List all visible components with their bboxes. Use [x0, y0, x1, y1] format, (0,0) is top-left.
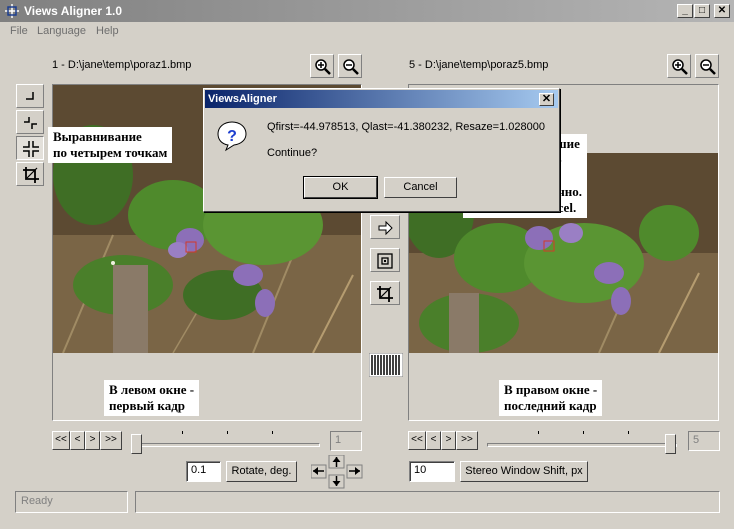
- crop-button[interactable]: [370, 281, 400, 305]
- stereo-window-shift-button[interactable]: Stereo Window Shift, px: [460, 461, 588, 482]
- fit-frame-icon: [377, 253, 393, 269]
- dialog-message: Qfirst=-44.978513, Qlast=-41.380232, Res…: [267, 121, 545, 133]
- fit-frame-button[interactable]: [370, 248, 400, 272]
- question-icon: ?: [217, 121, 247, 152]
- left-zoom-in-button[interactable]: [310, 54, 334, 78]
- status-progress: [135, 491, 720, 513]
- stereo-pattern-icon[interactable]: [369, 353, 403, 377]
- right-frame-slider-track[interactable]: [487, 443, 677, 447]
- window-shift-input[interactable]: 10: [409, 461, 455, 482]
- arrow-left-icon[interactable]: [310, 464, 327, 479]
- right-first-button[interactable]: <<: [408, 431, 426, 450]
- note-line: В правом окне -: [504, 382, 598, 397]
- right-next-button[interactable]: >: [441, 431, 456, 450]
- slider-tick: [227, 431, 228, 434]
- dialog-question: Continue?: [267, 147, 318, 159]
- menu-help[interactable]: Help: [96, 25, 119, 37]
- one-point-align-button[interactable]: [16, 84, 44, 108]
- left-frame-number-field[interactable]: 1: [330, 431, 362, 451]
- cancel-button[interactable]: Cancel: [384, 177, 457, 198]
- four-point-note: Выравнивание по четырем точкам: [48, 127, 173, 163]
- title-bar: Views Aligner 1.0 _ □ ✕: [0, 0, 734, 22]
- corner-icon: [26, 92, 34, 100]
- crop-icon: [23, 167, 39, 183]
- left-first-button[interactable]: <<: [52, 431, 70, 450]
- arrow-down-icon[interactable]: [328, 474, 345, 489]
- note-line: по четырем точкам: [53, 145, 168, 160]
- left-frame-slider-track[interactable]: [134, 443, 320, 447]
- right-zoom-out-button[interactable]: [695, 54, 719, 78]
- two-corners-icon: [24, 117, 37, 129]
- right-path-label: 5 - D:\jane\temp\poraz5.bmp: [409, 59, 549, 71]
- minimize-button[interactable]: _: [677, 4, 693, 18]
- next-arrow-button[interactable]: [370, 215, 400, 239]
- zoom-in-icon: [315, 59, 331, 75]
- arrow-up-icon[interactable]: [328, 454, 345, 469]
- right-frame-slider-thumb[interactable]: [665, 434, 676, 454]
- zoom-out-icon: [343, 59, 359, 75]
- direction-pad[interactable]: [310, 454, 363, 489]
- menu-file[interactable]: File: [10, 25, 28, 37]
- zoom-out-icon: [700, 59, 716, 75]
- left-view-note: В левом окне - первый кадр: [104, 380, 200, 416]
- right-frame-number-field[interactable]: 5: [688, 431, 720, 451]
- dialog-title: ViewsAligner: [208, 93, 277, 105]
- confirm-dialog[interactable]: ViewsAligner ✕ ? Qfirst=-44.978513, Qlas…: [203, 88, 560, 212]
- rotate-button[interactable]: Rotate, deg.: [226, 461, 297, 482]
- app-icon: [5, 4, 19, 18]
- note-line: В левом окне -: [109, 382, 195, 397]
- window-title: Views Aligner 1.0: [24, 4, 123, 18]
- status-text: Ready: [15, 491, 128, 513]
- right-view-note: В правом окне - последний кадр: [499, 380, 603, 416]
- arrow-right-icon[interactable]: [346, 464, 363, 479]
- left-next-button[interactable]: >: [85, 431, 100, 450]
- four-point-align-button[interactable]: [16, 136, 44, 160]
- maximize-button[interactable]: □: [694, 4, 710, 18]
- note-line: Выравнивание: [53, 129, 142, 144]
- arrow-right-icon: [378, 220, 393, 236]
- zoom-in-icon: [672, 59, 688, 75]
- note-line: первый кадр: [109, 398, 186, 413]
- menu-language[interactable]: Language: [37, 25, 86, 37]
- svg-text:?: ?: [227, 128, 237, 145]
- note-line: последний кадр: [504, 398, 597, 413]
- rotate-value-input[interactable]: 0.1: [186, 461, 221, 482]
- right-zoom-in-button[interactable]: [667, 54, 691, 78]
- crop-tool-button[interactable]: [16, 162, 44, 186]
- slider-tick: [182, 431, 183, 434]
- slider-tick: [583, 431, 584, 434]
- two-point-align-button[interactable]: [16, 110, 44, 134]
- close-button[interactable]: ✕: [714, 4, 730, 18]
- left-frame-slider-thumb[interactable]: [131, 434, 142, 454]
- slider-tick: [538, 431, 539, 434]
- right-last-button[interactable]: >>: [456, 431, 478, 450]
- four-corners-icon: [23, 141, 39, 157]
- right-prev-button[interactable]: <: [426, 431, 441, 450]
- left-last-button[interactable]: >>: [100, 431, 122, 450]
- ok-button[interactable]: OK: [303, 176, 378, 199]
- left-zoom-out-button[interactable]: [338, 54, 362, 78]
- slider-tick: [272, 431, 273, 434]
- dialog-close-button[interactable]: ✕: [539, 93, 554, 106]
- dialog-title-bar: ViewsAligner ✕: [205, 90, 558, 108]
- left-path-label: 1 - D:\jane\temp\poraz1.bmp: [52, 59, 192, 71]
- crop-icon: [377, 286, 393, 302]
- left-prev-button[interactable]: <: [70, 431, 85, 450]
- slider-tick: [628, 431, 629, 434]
